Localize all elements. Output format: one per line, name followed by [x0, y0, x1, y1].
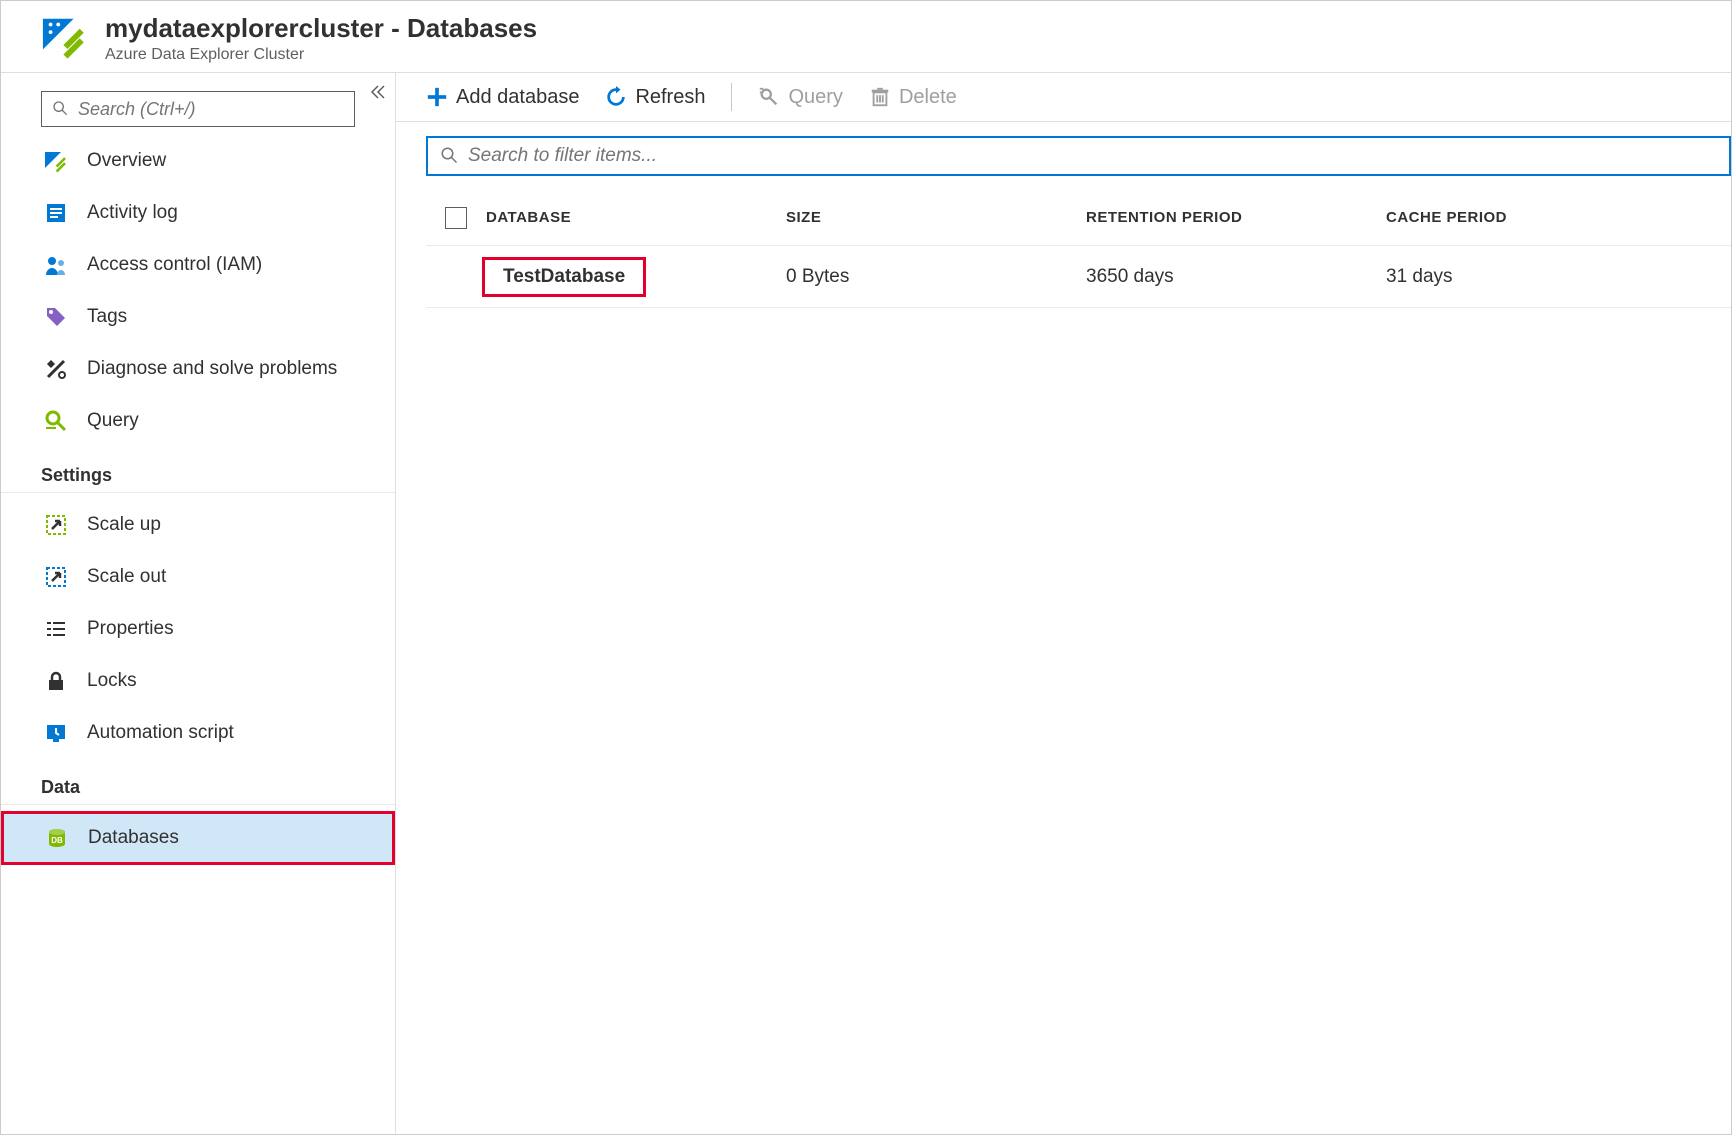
- col-cache[interactable]: CACHE PERIOD: [1386, 209, 1731, 226]
- filter-box[interactable]: [426, 136, 1731, 176]
- sidebar-item-access-control[interactable]: Access control (IAM): [1, 239, 395, 291]
- sidebar-item-label: Query: [87, 410, 139, 432]
- sidebar-item-label: Locks: [87, 670, 137, 692]
- plus-icon: [426, 86, 448, 108]
- retention-cell: 3650 days: [1086, 266, 1386, 288]
- table-header: DATABASE SIZE RETENTION PERIOD CACHE PER…: [426, 190, 1731, 246]
- sidebar-item-label: Properties: [87, 618, 174, 640]
- sidebar-item-automation-script[interactable]: Automation script: [1, 707, 395, 759]
- search-icon: [52, 100, 68, 119]
- toolbar-separator: [731, 83, 732, 111]
- sidebar-item-label: Activity log: [87, 202, 178, 224]
- sidebar-item-scale-up[interactable]: Scale up: [1, 499, 395, 551]
- refresh-icon: [605, 86, 627, 108]
- access-control-icon: [43, 253, 69, 277]
- page-header: mydataexplorercluster - Databases Azure …: [1, 1, 1731, 73]
- page-title: mydataexplorercluster - Databases: [105, 13, 537, 44]
- activity-log-icon: [43, 201, 69, 225]
- sidebar-item-locks[interactable]: Locks: [1, 655, 395, 707]
- page-subtitle: Azure Data Explorer Cluster: [105, 46, 537, 64]
- sidebar-item-properties[interactable]: Properties: [1, 603, 395, 655]
- table-row[interactable]: TestDatabase 0 Bytes 3650 days 31 days: [426, 246, 1731, 308]
- sidebar-item-overview[interactable]: Overview: [1, 135, 395, 187]
- filter-input[interactable]: [468, 145, 1717, 167]
- diagnose-icon: [43, 357, 69, 381]
- button-label: Refresh: [635, 86, 705, 109]
- add-database-button[interactable]: Add database: [426, 86, 579, 109]
- main-panel: Add database Refresh Query: [396, 73, 1731, 1134]
- button-label: Query: [788, 86, 842, 109]
- sidebar-item-label: Diagnose and solve problems: [87, 358, 337, 380]
- tags-icon: [43, 305, 69, 329]
- cluster-logo-icon: [41, 13, 87, 62]
- sidebar-item-tags[interactable]: Tags: [1, 291, 395, 343]
- toolbar: Add database Refresh Query: [396, 73, 1731, 122]
- sidebar-search[interactable]: [41, 91, 355, 127]
- sidebar-item-databases[interactable]: DB Databases: [1, 811, 395, 865]
- section-settings-label: Settings: [1, 447, 395, 493]
- lock-icon: [43, 669, 69, 693]
- sidebar-item-label: Tags: [87, 306, 127, 328]
- section-data-label: Data: [1, 759, 395, 805]
- sidebar-item-query[interactable]: Query: [1, 395, 395, 447]
- size-cell: 0 Bytes: [786, 266, 1086, 288]
- query-icon: [43, 409, 69, 433]
- sidebar-item-label: Overview: [87, 150, 166, 172]
- col-size[interactable]: SIZE: [786, 209, 1086, 226]
- sidebar-item-label: Automation script: [87, 722, 234, 744]
- databases-icon: DB: [44, 826, 70, 850]
- query-icon: [758, 86, 780, 108]
- trash-icon: [869, 86, 891, 108]
- databases-table: DATABASE SIZE RETENTION PERIOD CACHE PER…: [426, 190, 1731, 308]
- sidebar-search-input[interactable]: [78, 99, 344, 120]
- select-all-checkbox[interactable]: [445, 207, 467, 229]
- cache-cell: 31 days: [1386, 266, 1731, 288]
- sidebar-item-label: Access control (IAM): [87, 254, 262, 276]
- sidebar-item-label: Scale up: [87, 514, 161, 536]
- automation-script-icon: [43, 721, 69, 745]
- sidebar: Overview Activity log Access control (IA…: [1, 73, 396, 1134]
- scale-out-icon: [43, 565, 69, 589]
- scale-up-icon: [43, 513, 69, 537]
- svg-text:DB: DB: [51, 836, 63, 845]
- button-label: Delete: [899, 86, 957, 109]
- sidebar-item-activity-log[interactable]: Activity log: [1, 187, 395, 239]
- sidebar-item-scale-out[interactable]: Scale out: [1, 551, 395, 603]
- sidebar-item-diagnose[interactable]: Diagnose and solve problems: [1, 343, 395, 395]
- properties-icon: [43, 617, 69, 641]
- overview-icon: [43, 149, 69, 173]
- button-label: Add database: [456, 86, 579, 109]
- col-database[interactable]: DATABASE: [486, 209, 786, 226]
- sidebar-item-label: Scale out: [87, 566, 166, 588]
- database-name-cell[interactable]: TestDatabase: [482, 257, 646, 297]
- query-button[interactable]: Query: [758, 86, 842, 109]
- refresh-button[interactable]: Refresh: [605, 86, 705, 109]
- col-retention[interactable]: RETENTION PERIOD: [1086, 209, 1386, 226]
- delete-button[interactable]: Delete: [869, 86, 957, 109]
- search-icon: [440, 146, 458, 167]
- collapse-sidebar-button[interactable]: [369, 83, 387, 106]
- sidebar-item-label: Databases: [88, 827, 179, 849]
